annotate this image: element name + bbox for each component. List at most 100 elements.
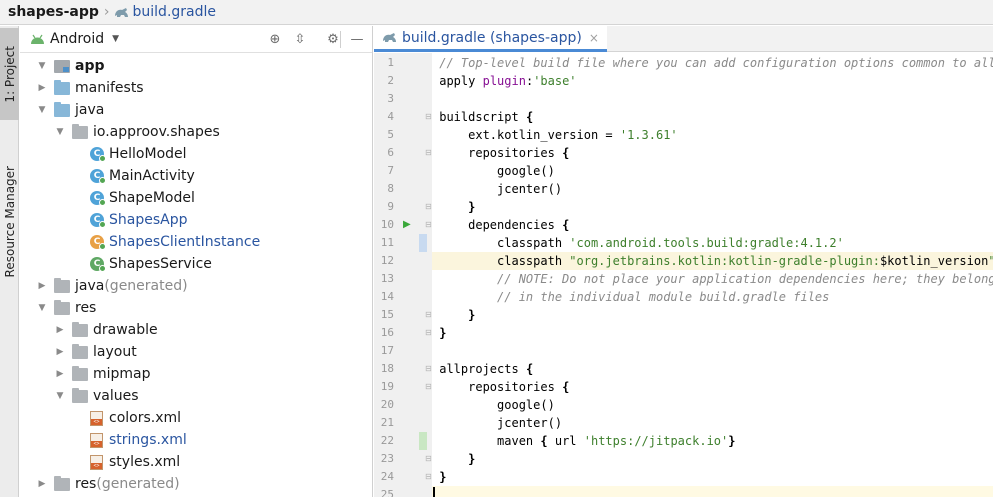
chevron-down-icon[interactable]: ▼	[112, 34, 119, 44]
tree-item[interactable]: C MainActivity	[90, 165, 195, 187]
tree-item[interactable]: styles.xml	[90, 451, 180, 473]
code-line[interactable]: allprojects {	[432, 360, 993, 378]
resource-manager-tab[interactable]: Resource Manager	[0, 152, 19, 292]
line-number: 23	[380, 452, 394, 465]
tree-item[interactable]: ▼ res	[36, 297, 96, 319]
collapsed-arrow-icon[interactable]: ▶	[36, 479, 48, 489]
code-line[interactable]: }	[432, 306, 993, 324]
folder-icon	[72, 321, 88, 337]
project-panel-toolbar: Android ▼ ⊕ ⇳ ⚙ —	[20, 26, 372, 53]
fold-icon[interactable]: ⊟	[425, 378, 432, 396]
tree-item[interactable]: ▼ values	[54, 385, 139, 407]
collapsed-arrow-icon[interactable]: ▶	[36, 281, 48, 291]
collapse-all-icon[interactable]: ⇳	[291, 30, 309, 48]
collapsed-arrow-icon[interactable]: ▶	[54, 325, 66, 335]
tool-window-stripe: 1: Project Resource Manager	[0, 26, 19, 497]
tree-item[interactable]: ▶ drawable	[54, 319, 158, 341]
code-text: google()	[439, 398, 555, 412]
code-line[interactable]: // Top-level build file where you can ad…	[432, 54, 993, 72]
code-line[interactable]: buildscript {	[432, 108, 993, 126]
fold-icon[interactable]: ⊟	[425, 216, 432, 234]
code-line[interactable]: google()	[432, 162, 993, 180]
expanded-arrow-icon[interactable]: ▼	[36, 61, 48, 71]
code-line[interactable]: ext.kotlin_version = '1.3.61'	[432, 126, 993, 144]
tree-item[interactable]: ▶ manifests	[36, 77, 144, 99]
code-text: classpath	[439, 236, 570, 250]
collapsed-arrow-icon[interactable]: ▶	[54, 369, 66, 379]
code-line[interactable]: }	[432, 450, 993, 468]
code-line[interactable]: maven { url 'https://jitpack.io'}	[432, 432, 993, 450]
tree-item-label: layout	[93, 344, 137, 360]
fold-icon[interactable]: ⊟	[425, 198, 432, 216]
tree-item[interactable]: colors.xml	[90, 407, 181, 429]
code-line[interactable]	[432, 486, 993, 497]
collapsed-arrow-icon[interactable]: ▶	[36, 83, 48, 93]
code-line[interactable]: dependencies {	[432, 216, 993, 234]
code-line[interactable]: google()	[432, 396, 993, 414]
code-comment: // NOTE: Do not place your application d…	[439, 272, 993, 286]
run-icon[interactable]: ▶	[403, 216, 411, 234]
locate-icon[interactable]: ⊕	[266, 30, 284, 48]
code-line[interactable]: }	[432, 324, 993, 342]
code-line[interactable]: jcenter()	[432, 414, 993, 432]
tree-item[interactable]: C ShapeModel	[90, 187, 195, 209]
code-line[interactable]: classpath 'com.android.tools.build:gradl…	[432, 234, 993, 252]
fold-icon[interactable]: ⊟	[425, 108, 432, 126]
modified-line-marker[interactable]	[419, 234, 427, 252]
expanded-arrow-icon[interactable]: ▼	[54, 391, 66, 401]
fold-icon[interactable]: ⊟	[425, 324, 432, 342]
fold-icon[interactable]: ⊟	[425, 360, 432, 378]
code-line[interactable]	[432, 90, 993, 108]
breadcrumb-project[interactable]: shapes-app	[8, 4, 99, 20]
code-line[interactable]: jcenter()	[432, 180, 993, 198]
tree-item-label: ShapeModel	[109, 190, 195, 206]
fold-icon[interactable]: ⊟	[425, 306, 432, 324]
hide-panel-icon[interactable]: —	[348, 30, 366, 48]
code-string: '1.3.61'	[619, 128, 678, 142]
code-line[interactable]: repositories {	[432, 378, 993, 396]
breadcrumb-file[interactable]: build.gradle	[133, 4, 217, 20]
expanded-arrow-icon[interactable]: ▼	[36, 303, 48, 313]
code-line[interactable]: // in the individual module build.gradle…	[432, 288, 993, 306]
close-icon[interactable]: ×	[589, 31, 599, 45]
code-line[interactable]: classpath "org.jetbrains.kotlin:kotlin-g…	[432, 252, 993, 270]
code-line[interactable]: repositories {	[432, 144, 993, 162]
tree-item[interactable]: ▼ io.approov.shapes	[54, 121, 220, 143]
tree-item-label: io.approov.shapes	[93, 124, 220, 140]
code-line[interactable]: }	[432, 198, 993, 216]
code-line[interactable]: // NOTE: Do not place your application d…	[432, 270, 993, 288]
project-tool-tab[interactable]: 1: Project	[0, 28, 19, 120]
xml-file-icon	[90, 454, 103, 470]
tree-item[interactable]: ▼ java	[36, 99, 104, 121]
code-line[interactable]: }	[432, 468, 993, 486]
code-text: buildscript	[439, 110, 526, 124]
code-brace: }	[468, 452, 476, 466]
code-area[interactable]: // Top-level build file where you can ad…	[432, 53, 993, 497]
tree-item[interactable]: ▶ mipmap	[54, 363, 151, 385]
code-text: google()	[439, 164, 555, 178]
fold-icon[interactable]: ⊟	[425, 468, 432, 486]
code-line[interactable]: apply plugin:'base'	[432, 72, 993, 90]
tree-item[interactable]: ▶ res (generated)	[36, 473, 180, 495]
tree-item[interactable]: C ShapesClientInstance	[90, 231, 260, 253]
tree-item-label: ShapesApp	[109, 212, 188, 228]
tree-item[interactable]: strings.xml	[90, 429, 187, 451]
tab-build-gradle[interactable]: build.gradle (shapes-app) ×	[374, 26, 607, 52]
tree-item[interactable]: C ShapesApp	[90, 209, 187, 231]
tree-item[interactable]: ▶ java (generated)	[36, 275, 188, 297]
tree-item[interactable]: C ShapesService	[90, 253, 212, 275]
fold-icon[interactable]: ⊟	[425, 144, 432, 162]
expanded-arrow-icon[interactable]: ▼	[36, 105, 48, 115]
line-number: 12	[380, 254, 394, 267]
tree-item[interactable]: ▶ layout	[54, 341, 137, 363]
tree-item[interactable]: C HelloModel	[90, 143, 187, 165]
tree-item-label: res	[75, 476, 97, 492]
tree-item[interactable]: ▼ app	[36, 55, 105, 77]
added-line-marker[interactable]	[419, 432, 427, 450]
fold-icon[interactable]: ⊟	[425, 450, 432, 468]
project-view-selector[interactable]: Android	[50, 31, 104, 47]
code-line[interactable]	[432, 342, 993, 360]
expanded-arrow-icon[interactable]: ▼	[54, 127, 66, 137]
collapsed-arrow-icon[interactable]: ▶	[54, 347, 66, 357]
